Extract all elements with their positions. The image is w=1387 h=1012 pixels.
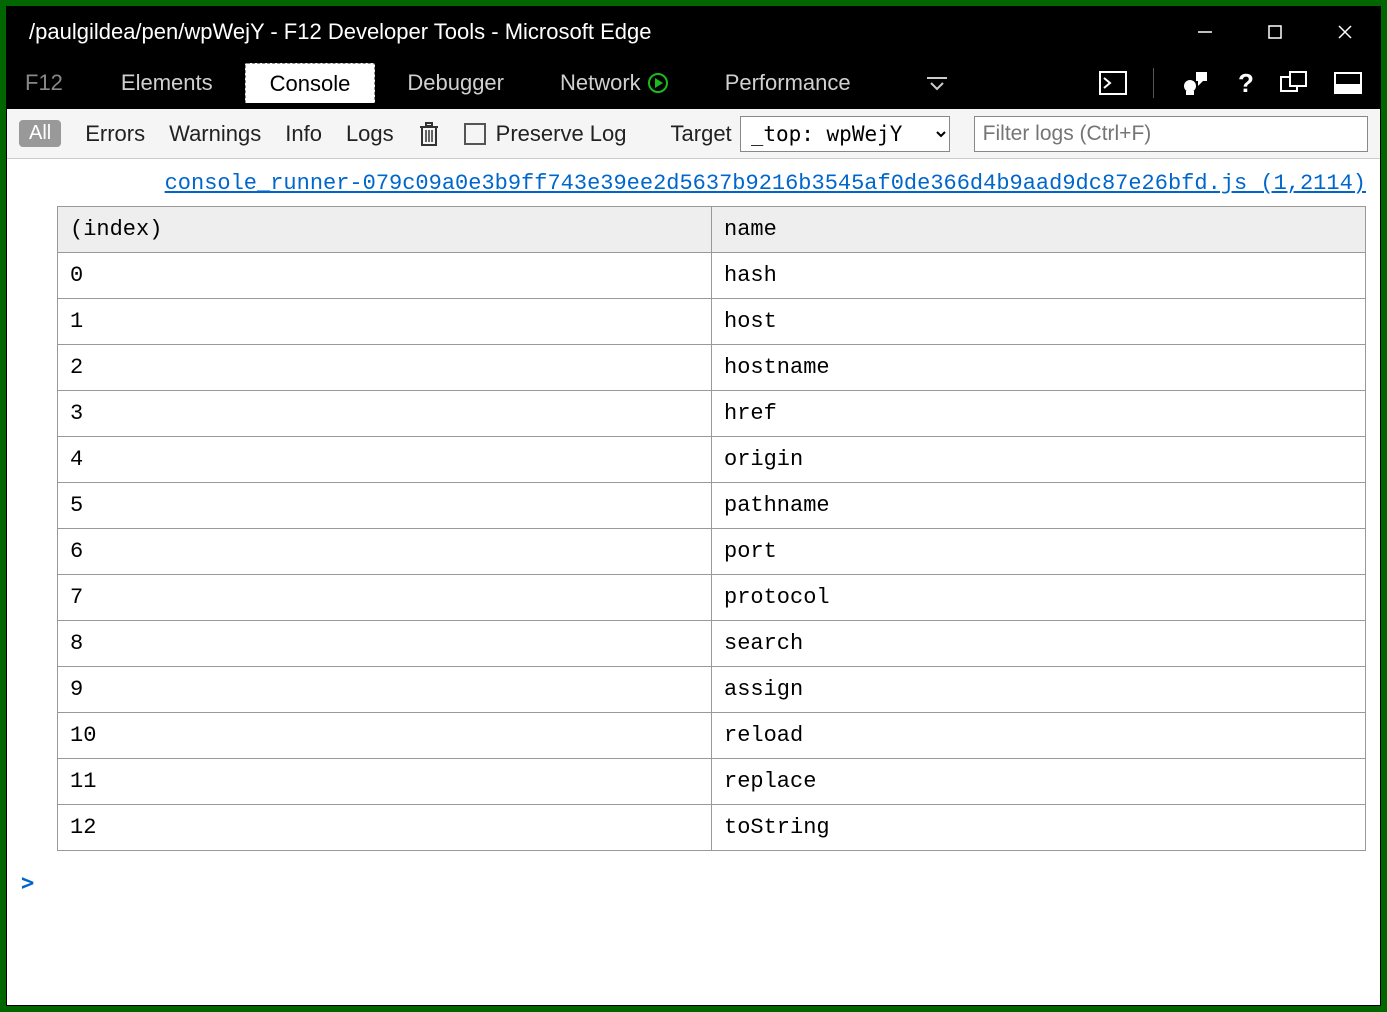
cell-index: 2	[58, 345, 712, 391]
cell-name: hash	[712, 253, 1366, 299]
table-row[interactable]: 0hash	[58, 253, 1366, 299]
svg-text:?: ?	[1238, 70, 1254, 96]
tab-network[interactable]: Network	[536, 63, 693, 103]
filter-warnings[interactable]: Warnings	[169, 121, 261, 147]
play-icon	[647, 72, 669, 94]
filter-logs[interactable]: Logs	[346, 121, 394, 147]
table-row[interactable]: 10reload	[58, 713, 1366, 759]
table-row[interactable]: 12toString	[58, 805, 1366, 851]
cell-index: 7	[58, 575, 712, 621]
cell-index: 3	[58, 391, 712, 437]
target-select[interactable]: _top: wpWejY	[740, 116, 950, 152]
console-prompt[interactable]: >	[7, 851, 1380, 896]
cell-index: 0	[58, 253, 712, 299]
tab-bar: F12 Elements Console Debugger Network Pe…	[7, 57, 1380, 109]
preserve-log-toggle[interactable]: Preserve Log	[464, 121, 627, 147]
cell-index: 5	[58, 483, 712, 529]
toolbar-right: ?	[1099, 68, 1380, 98]
table-row[interactable]: 7protocol	[58, 575, 1366, 621]
console-table: (index) name 0hash1host2hostname3href4or…	[57, 206, 1366, 851]
table-row[interactable]: 6port	[58, 529, 1366, 575]
cell-name: pathname	[712, 483, 1366, 529]
maximize-button[interactable]	[1240, 7, 1310, 57]
window-controls	[1170, 7, 1380, 57]
more-tabs-icon[interactable]	[923, 73, 951, 93]
dock-icon[interactable]	[1334, 72, 1362, 94]
cell-name: replace	[712, 759, 1366, 805]
console-shortcut-icon[interactable]	[1099, 71, 1127, 95]
table-header-index[interactable]: (index)	[58, 207, 712, 253]
undock-icon[interactable]	[1280, 71, 1308, 95]
filter-info[interactable]: Info	[285, 121, 322, 147]
tab-debugger[interactable]: Debugger	[383, 63, 528, 103]
target-label: Target	[671, 121, 732, 147]
filter-errors[interactable]: Errors	[85, 121, 145, 147]
tab-console[interactable]: Console	[245, 63, 376, 103]
titlebar: /paulgildea/pen/wpWejY - F12 Developer T…	[7, 7, 1380, 57]
filter-all[interactable]: All	[19, 120, 61, 147]
cell-name: host	[712, 299, 1366, 345]
source-link[interactable]: console_runner-079c09a0e3b9ff743e39ee2d5…	[7, 159, 1380, 202]
table-row[interactable]: 8search	[58, 621, 1366, 667]
table-row[interactable]: 11replace	[58, 759, 1366, 805]
table-row[interactable]: 9assign	[58, 667, 1366, 713]
tab-performance[interactable]: Performance	[701, 63, 875, 103]
cell-index: 9	[58, 667, 712, 713]
preserve-log-label: Preserve Log	[496, 121, 627, 147]
table-row[interactable]: 4origin	[58, 437, 1366, 483]
cell-index: 8	[58, 621, 712, 667]
cell-name: port	[712, 529, 1366, 575]
divider	[1153, 68, 1154, 98]
cell-name: search	[712, 621, 1366, 667]
clear-console-icon[interactable]	[418, 121, 440, 147]
tab-elements[interactable]: Elements	[97, 63, 237, 103]
f12-label: F12	[25, 63, 73, 103]
cell-name: toString	[712, 805, 1366, 851]
table-header-name[interactable]: name	[712, 207, 1366, 253]
table-row[interactable]: 3href	[58, 391, 1366, 437]
cell-name: reload	[712, 713, 1366, 759]
cell-index: 11	[58, 759, 712, 805]
window-title: /paulgildea/pen/wpWejY - F12 Developer T…	[29, 19, 1170, 45]
cell-name: assign	[712, 667, 1366, 713]
help-icon[interactable]: ?	[1234, 70, 1254, 96]
console-filter-bar: All Errors Warnings Info Logs Preserve L…	[7, 109, 1380, 159]
table-row[interactable]: 1host	[58, 299, 1366, 345]
devtools-window: /paulgildea/pen/wpWejY - F12 Developer T…	[6, 6, 1381, 1006]
cell-index: 1	[58, 299, 712, 345]
cell-name: hostname	[712, 345, 1366, 391]
cell-name: origin	[712, 437, 1366, 483]
cell-index: 4	[58, 437, 712, 483]
cell-index: 12	[58, 805, 712, 851]
minimize-button[interactable]	[1170, 7, 1240, 57]
cell-index: 6	[58, 529, 712, 575]
console-output: console_runner-079c09a0e3b9ff743e39ee2d5…	[7, 159, 1380, 1005]
checkbox-icon	[464, 123, 486, 145]
close-button[interactable]	[1310, 7, 1380, 57]
cell-name: protocol	[712, 575, 1366, 621]
cell-index: 10	[58, 713, 712, 759]
cell-name: href	[712, 391, 1366, 437]
table-row[interactable]: 5pathname	[58, 483, 1366, 529]
feedback-icon[interactable]	[1180, 71, 1208, 95]
filter-logs-input[interactable]	[974, 116, 1368, 152]
table-row[interactable]: 2hostname	[58, 345, 1366, 391]
tab-network-label: Network	[560, 70, 641, 96]
